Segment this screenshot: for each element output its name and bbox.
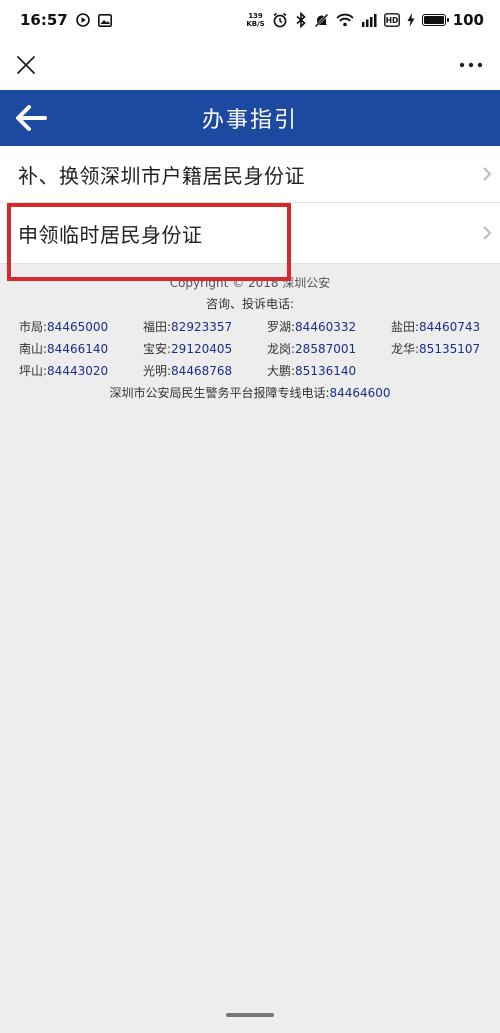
copyright: Copyright © 2018 深圳公安	[169, 276, 331, 290]
phone-number[interactable]: 84465000	[47, 320, 108, 334]
district-name: 坪山:	[19, 364, 48, 378]
phone-entry: 福田:82923357	[143, 316, 267, 338]
status-right: 139 KB/S HD 100	[246, 11, 484, 29]
charging-icon	[407, 13, 415, 27]
alarm-icon	[272, 12, 288, 28]
close-button[interactable]	[14, 53, 38, 77]
phone-number[interactable]: 84460332	[295, 320, 356, 334]
net-speed-value: 139	[248, 12, 263, 20]
district-name: 大鹏:	[267, 364, 296, 378]
battery-level: 100	[452, 11, 484, 29]
phone-number[interactable]: 85135107	[419, 342, 480, 356]
district-name: 福田:	[143, 320, 172, 334]
net-speed-unit: KB/S	[246, 20, 265, 28]
district-name: 宝安:	[143, 342, 172, 356]
district-name: 龙岗:	[267, 342, 296, 356]
hotline: 深圳市公安局民生警务平台报障专线电话:84464600	[0, 382, 500, 404]
phone-number[interactable]: 82923357	[171, 320, 232, 334]
status-time: 16:57	[20, 11, 68, 29]
phone-entry: 坪山:84443020	[19, 360, 143, 382]
guide-list: 补、换领深圳市户籍居民身份证 申领临时居民身份证	[0, 146, 500, 264]
phone-grid: 市局:84465000 福田:82923357 罗湖:84460332 盐田:8…	[0, 316, 500, 382]
phone-number[interactable]: 84468768	[171, 364, 232, 378]
list-item-temporary-id[interactable]: 申领临时居民身份证	[0, 203, 500, 264]
phone-entry: 光明:84468768	[143, 360, 267, 382]
top-bar	[0, 40, 500, 90]
phone-number[interactable]: 85136140	[295, 364, 356, 378]
home-indicator[interactable]	[226, 1013, 274, 1017]
back-button[interactable]	[14, 102, 48, 134]
phone-entry: 盐田:84460743	[391, 316, 500, 338]
district-name: 罗湖:	[267, 320, 296, 334]
phone-entry: 南山:84466140	[19, 338, 143, 360]
hotline-number[interactable]: 84464600	[329, 386, 390, 400]
net-speed: 139 KB/S	[246, 12, 264, 28]
list-item-label: 申领临时居民身份证	[18, 222, 203, 247]
close-icon	[17, 56, 35, 74]
status-left: 16:57	[20, 11, 112, 29]
district-name: 龙华:	[391, 342, 420, 356]
signal-icon	[361, 13, 377, 27]
chevron-right-icon	[483, 167, 492, 181]
list-item-reissue-id[interactable]: 补、换领深圳市户籍居民身份证	[0, 146, 500, 203]
chevron-right-icon	[483, 226, 492, 240]
district-name: 盐田:	[391, 320, 420, 334]
district-name: 南山:	[19, 342, 48, 356]
play-circle-icon	[75, 13, 90, 27]
svg-text:HD: HD	[385, 16, 398, 25]
footer: Copyright © 2018 深圳公安 咨询、投诉电话: 市局:844650…	[0, 272, 500, 404]
arrow-left-icon	[16, 105, 47, 131]
wifi-icon	[336, 13, 354, 27]
status-bar: 16:57 139 KB/S HD 100	[0, 0, 500, 40]
bluetooth-icon	[295, 12, 307, 28]
phone-number[interactable]: 84443020	[47, 364, 108, 378]
district-name: 市局:	[19, 320, 48, 334]
battery-icon	[421, 14, 449, 26]
phone-entry: 龙华:85135107	[391, 338, 500, 360]
phone-number[interactable]: 29120405	[171, 342, 232, 356]
phone-number[interactable]: 84460743	[419, 320, 480, 334]
hotline-label: 深圳市公安局民生警务平台报障专线电话:	[109, 386, 330, 400]
phone-entry: 罗湖:84460332	[267, 316, 391, 338]
image-icon	[97, 13, 112, 27]
phone-entry: 龙岗:28587001	[267, 338, 391, 360]
hd-icon: HD	[383, 13, 400, 27]
page-header: 办事指引	[0, 90, 500, 146]
page-title: 办事指引	[201, 108, 298, 133]
list-item-label: 补、换领深圳市户籍居民身份证	[18, 163, 305, 188]
mute-icon	[314, 13, 329, 28]
more-button[interactable]	[456, 53, 486, 77]
consult-label: 咨询、投诉电话:	[205, 297, 295, 311]
phone-entry: 宝安:29120405	[143, 338, 267, 360]
district-name: 光明:	[143, 364, 172, 378]
phone-number[interactable]: 84466140	[47, 342, 108, 356]
phone-entry: 市局:84465000	[19, 316, 143, 338]
phone-entry: 大鹏:85136140	[267, 360, 391, 382]
more-icon	[459, 62, 483, 68]
phone-number[interactable]: 28587001	[295, 342, 356, 356]
